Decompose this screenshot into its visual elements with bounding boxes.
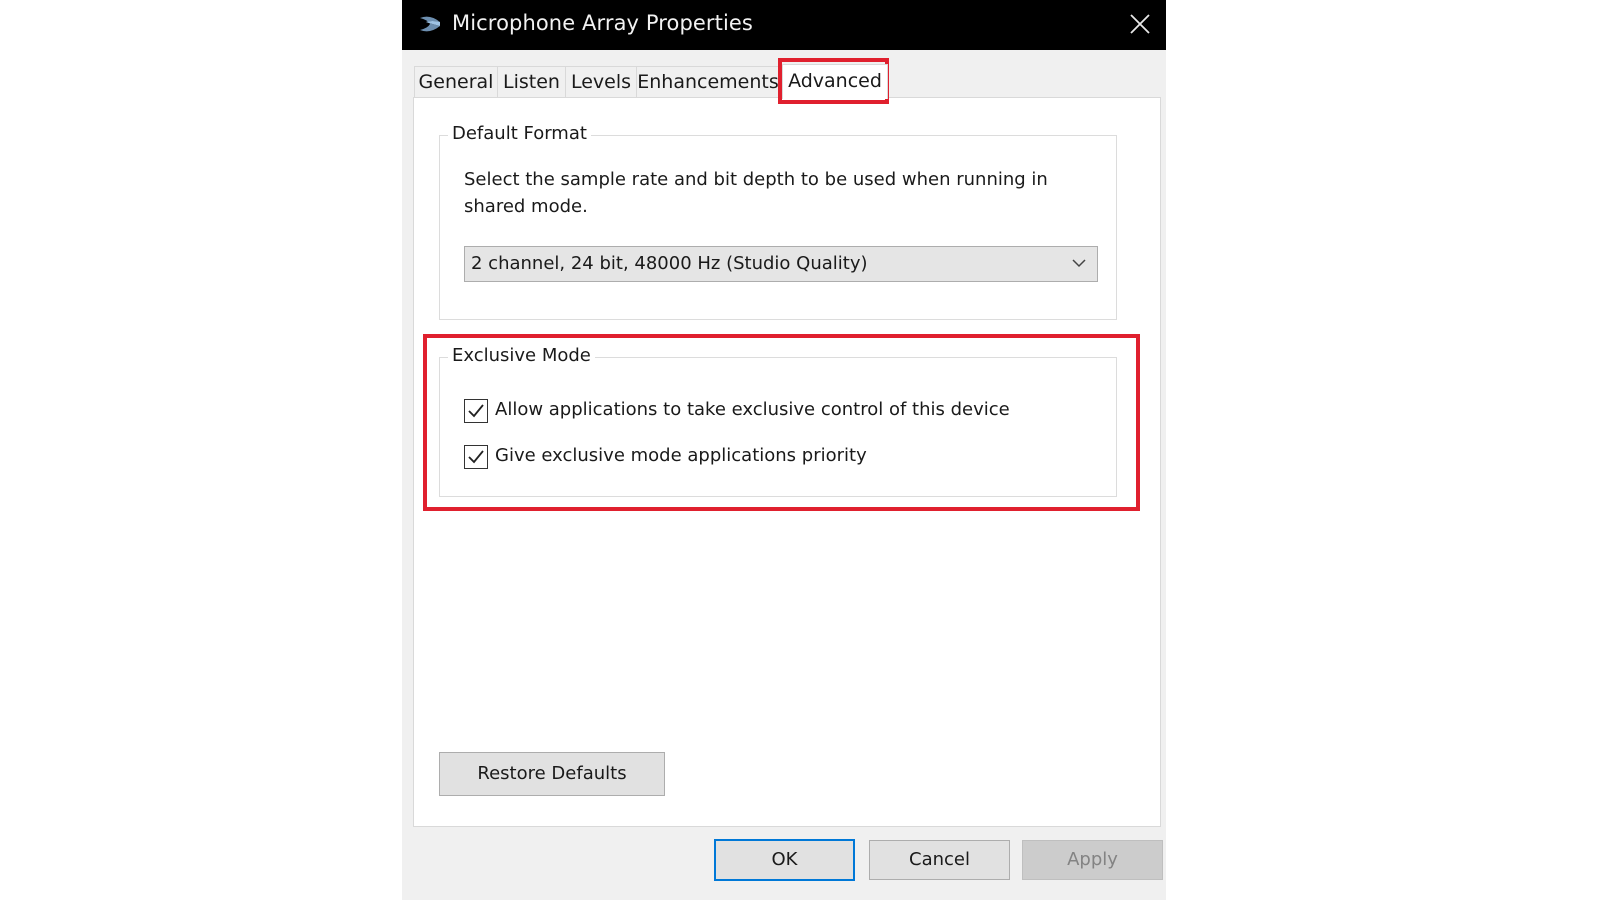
format-dropdown[interactable]: 2 channel, 24 bit, 48000 Hz (Studio Qual… bbox=[464, 246, 1098, 282]
window-title: Microphone Array Properties bbox=[452, 11, 753, 35]
default-format-group: Default Format Select the sample rate an… bbox=[439, 123, 1117, 320]
checkmark-icon bbox=[468, 450, 484, 464]
chevron-down-icon bbox=[1072, 259, 1086, 268]
exclusive-mode-label: Exclusive Mode bbox=[448, 345, 595, 366]
title-bar: Microphone Array Properties bbox=[402, 0, 1166, 50]
close-icon[interactable] bbox=[1126, 10, 1154, 38]
exclusive-priority-label: Give exclusive mode applications priorit… bbox=[495, 445, 867, 466]
microphone-array-icon bbox=[420, 16, 440, 32]
cancel-button[interactable]: Cancel bbox=[869, 840, 1010, 880]
checkmark-icon bbox=[468, 404, 484, 418]
properties-dialog: Microphone Array Properties General List… bbox=[402, 0, 1166, 900]
allow-exclusive-control-label: Allow applications to take exclusive con… bbox=[495, 399, 1010, 420]
default-format-description: Select the sample rate and bit depth to … bbox=[464, 169, 1048, 217]
restore-defaults-button[interactable]: Restore Defaults bbox=[439, 752, 665, 796]
checkbox-box[interactable] bbox=[464, 399, 488, 423]
apply-button[interactable]: Apply bbox=[1022, 840, 1163, 880]
tab-advanced[interactable]: Advanced bbox=[782, 64, 888, 99]
tab-general[interactable]: General bbox=[414, 66, 498, 97]
exclusive-mode-group: Exclusive Mode Allow applications to tak… bbox=[439, 345, 1117, 497]
checkbox-box[interactable] bbox=[464, 445, 488, 469]
tab-enhancements[interactable]: Enhancements bbox=[636, 66, 780, 97]
tab-listen[interactable]: Listen bbox=[497, 66, 566, 97]
format-dropdown-value: 2 channel, 24 bit, 48000 Hz (Studio Qual… bbox=[471, 253, 868, 274]
ok-button[interactable]: OK bbox=[714, 839, 855, 881]
advanced-tab-panel: Default Format Select the sample rate an… bbox=[413, 97, 1161, 827]
tab-levels[interactable]: Levels bbox=[565, 66, 637, 97]
allow-exclusive-control-checkbox[interactable]: Allow applications to take exclusive con… bbox=[464, 399, 1024, 427]
exclusive-priority-checkbox[interactable]: Give exclusive mode applications priorit… bbox=[464, 445, 884, 473]
default-format-label: Default Format bbox=[448, 123, 591, 144]
